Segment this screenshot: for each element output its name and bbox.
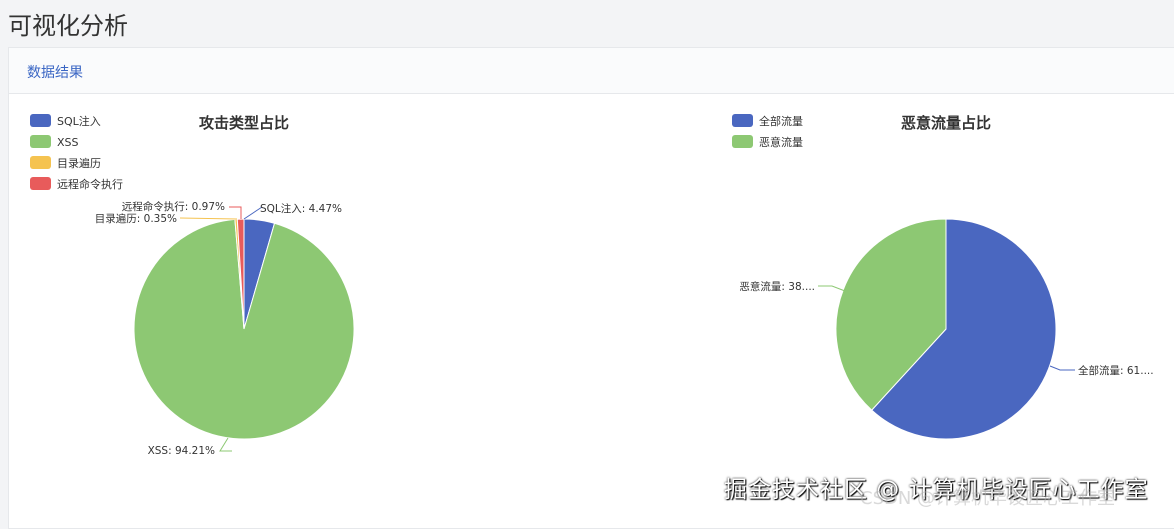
label-leader-line bbox=[229, 206, 242, 219]
legend-swatch[interactable] bbox=[30, 177, 51, 190]
label-leader-line bbox=[179, 217, 238, 220]
legend-swatch[interactable] bbox=[732, 135, 753, 148]
slice-label: 目录遍历: 0.35% bbox=[95, 212, 177, 225]
slice-label: 远程命令执行: 0.97% bbox=[122, 200, 225, 213]
legend-label[interactable]: 全部流量 bbox=[759, 114, 803, 128]
slice-label: 恶意流量: 38.... bbox=[739, 280, 815, 293]
legend-swatch[interactable] bbox=[30, 156, 51, 169]
legend-swatch[interactable] bbox=[732, 114, 753, 127]
chart-title: 恶意流量占比 bbox=[901, 114, 991, 132]
label-leader-line bbox=[818, 285, 846, 292]
chart-title: 攻击类型占比 bbox=[199, 114, 289, 132]
charts-canvas: 攻击类型占比 SQL注入 XSS 目录遍历远程命令执行 SQL注入: 4.47% XSS:… bbox=[30, 114, 1154, 457]
legend-label[interactable]: SQL注入 bbox=[57, 114, 101, 128]
legend-swatch[interactable] bbox=[30, 135, 51, 148]
legend-label[interactable]: XSS bbox=[57, 136, 79, 149]
label-leader-line bbox=[219, 437, 232, 452]
legend-label[interactable]: 远程命令执行 bbox=[57, 177, 123, 191]
label-leader-line bbox=[1049, 365, 1075, 371]
watermark-csdn: CSDN @计算机毕设匠心工作室 bbox=[860, 488, 1116, 509]
legend-label[interactable]: 目录遍历 bbox=[57, 157, 101, 170]
legend-swatch[interactable] bbox=[30, 114, 51, 127]
slice-label: SQL注入: 4.47% bbox=[260, 202, 342, 215]
slice-label: XSS: 94.21% bbox=[148, 445, 215, 457]
slice-label: 全部流量: 61.... bbox=[1078, 364, 1154, 377]
legend-label[interactable]: 恶意流量 bbox=[759, 135, 803, 149]
